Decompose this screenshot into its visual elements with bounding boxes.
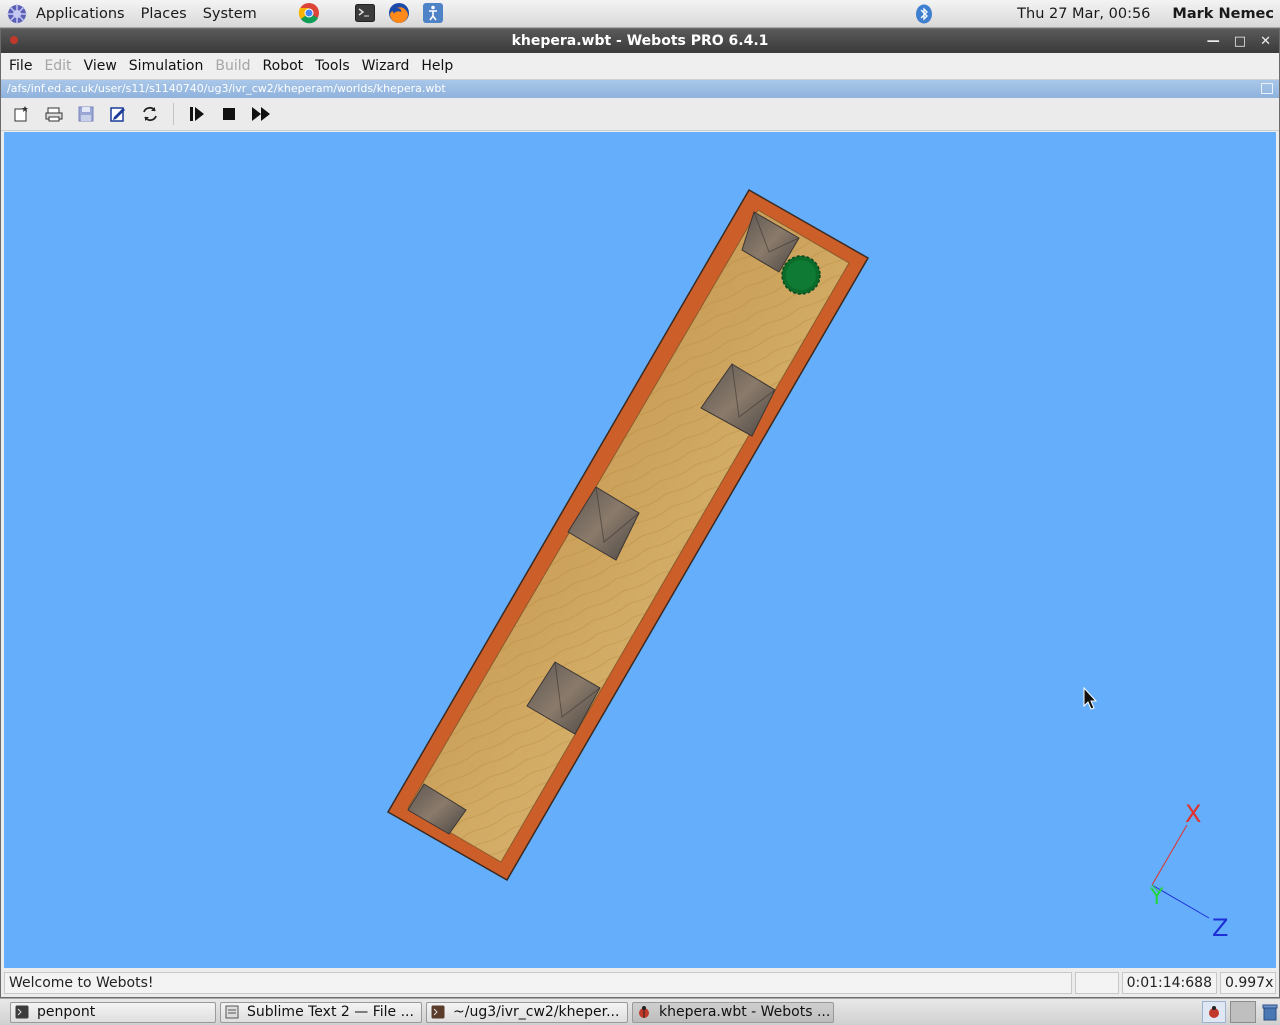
save-world-icon[interactable]: [75, 103, 97, 125]
menu-build: Build: [215, 58, 251, 74]
window-titlebar[interactable]: khepera.wbt - Webots PRO 6.4.1 — □ ✕: [1, 29, 1279, 53]
terminal-icon: [15, 1005, 29, 1019]
terminal-launcher-icon[interactable]: [354, 2, 376, 24]
applications-menu[interactable]: Applications: [28, 6, 133, 22]
menu-view[interactable]: View: [78, 58, 123, 74]
stop-icon[interactable]: [218, 103, 240, 125]
toolbar: [1, 98, 1279, 131]
bluetooth-icon[interactable]: [915, 4, 933, 24]
task-label: Sublime Text 2 — File ...: [247, 1004, 414, 1020]
system-menu[interactable]: System: [195, 6, 265, 22]
close-icon[interactable]: ✕: [1260, 34, 1271, 49]
simulation-speed: 0.997x: [1220, 972, 1276, 994]
webots-app-icon[interactable]: [9, 35, 19, 45]
places-menu[interactable]: Places: [133, 6, 195, 22]
chrome-launcher-icon[interactable]: [298, 2, 320, 24]
status-message: Welcome to Webots!: [4, 972, 1072, 994]
task-label: penpont: [37, 1004, 96, 1020]
webots-tray-icon[interactable]: [1202, 1001, 1226, 1023]
open-world-icon[interactable]: [43, 103, 65, 125]
simulation-time: 0:01:14:688: [1121, 972, 1217, 994]
workspace-switcher[interactable]: [1230, 1001, 1256, 1023]
gnome-foot-icon[interactable]: [6, 3, 28, 25]
axis-gizmo: X Y Z: [1149, 800, 1228, 942]
trash-icon[interactable]: [1260, 1002, 1280, 1022]
scene-view[interactable]: X Y Z: [4, 132, 1276, 968]
axis-label-z: Z: [1212, 914, 1228, 942]
3d-viewport[interactable]: X Y Z: [4, 132, 1276, 968]
task-label: khepera.wbt - Webots ...: [659, 1004, 831, 1020]
task-webots[interactable]: khepera.wbt - Webots ...: [632, 1001, 834, 1023]
document-icon: [225, 1005, 239, 1019]
top-panel: Applications Places System Thu 27 Mar, 0…: [0, 0, 1280, 28]
bottom-taskbar: penpont Sublime Text 2 — File ... ~/ug3/…: [0, 998, 1280, 1025]
revert-edit-icon[interactable]: [107, 103, 129, 125]
task-penpont[interactable]: penpont: [10, 1001, 216, 1023]
webots-window: khepera.wbt - Webots PRO 6.4.1 — □ ✕ Fil…: [0, 28, 1280, 998]
fast-forward-icon[interactable]: [250, 103, 272, 125]
menu-tools[interactable]: Tools: [309, 58, 356, 74]
status-empty-cell: [1074, 972, 1119, 994]
terminal-icon: [431, 1005, 445, 1019]
firefox-launcher-icon[interactable]: [388, 2, 410, 24]
world-path-bar: /afs/inf.ed.ac.uk/user/s11/s1140740/ug3/…: [1, 80, 1279, 98]
reload-icon[interactable]: [139, 103, 161, 125]
menu-simulation[interactable]: Simulation: [123, 58, 210, 74]
maximize-icon[interactable]: □: [1234, 34, 1246, 49]
khepera-robot[interactable]: [781, 255, 821, 295]
restore-icon[interactable]: [1261, 83, 1273, 94]
minimize-icon[interactable]: —: [1207, 34, 1220, 49]
menu-wizard[interactable]: Wizard: [356, 58, 416, 74]
menu-file[interactable]: File: [3, 58, 38, 74]
status-bar: Welcome to Webots! 0:01:14:688 0.997x: [4, 971, 1276, 995]
task-label: ~/ug3/ivr_cw2/kheper...: [453, 1004, 620, 1020]
window-title: khepera.wbt - Webots PRO 6.4.1: [511, 33, 769, 49]
axis-label-y: Y: [1149, 885, 1164, 910]
system-tray: [1202, 1001, 1280, 1023]
task-terminal[interactable]: ~/ug3/ivr_cw2/kheper...: [426, 1001, 628, 1023]
world-path: /afs/inf.ed.ac.uk/user/s11/s1140740/ug3/…: [7, 82, 446, 95]
toolbar-separator: [173, 103, 174, 125]
mouse-pointer-icon: [1083, 686, 1098, 710]
menu-edit: Edit: [44, 58, 72, 74]
accessibility-launcher-icon[interactable]: [422, 2, 444, 24]
new-world-icon[interactable]: [11, 103, 33, 125]
menu-robot[interactable]: Robot: [257, 58, 310, 74]
step-icon[interactable]: [186, 103, 208, 125]
task-sublime[interactable]: Sublime Text 2 — File ...: [220, 1001, 422, 1023]
menubar: File Edit View Simulation Build Robot To…: [1, 53, 1279, 80]
axis-label-x: X: [1185, 800, 1201, 828]
panel-clock[interactable]: Thu 27 Mar, 00:56: [1017, 6, 1150, 22]
ladybug-icon: [639, 1006, 649, 1018]
user-menu[interactable]: Mark Nemec: [1172, 6, 1274, 22]
menu-help[interactable]: Help: [415, 58, 459, 74]
